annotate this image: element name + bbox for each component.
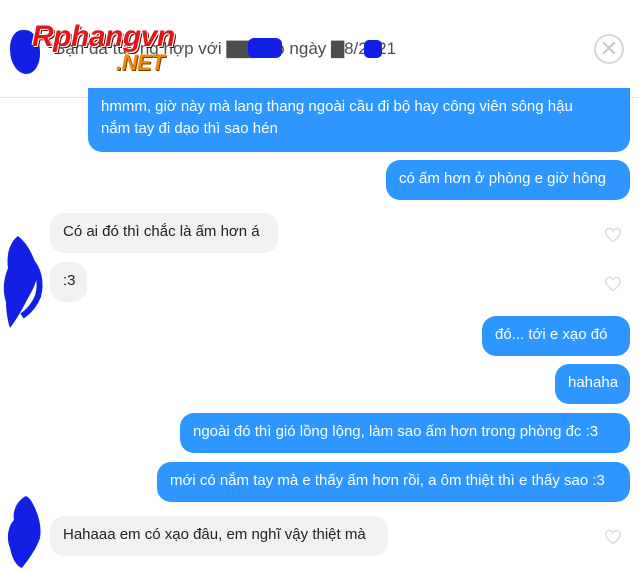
close-icon: ✕ <box>599 36 619 61</box>
message-text: mới có nắm tay mà e thấy ấm hơn rồi, a ô… <box>170 472 605 489</box>
message-text: đó... tới e xạo đó <box>495 326 608 343</box>
message-text: :3 <box>63 272 76 289</box>
close-button[interactable]: ✕ <box>594 34 624 64</box>
message-sent-2[interactable]: có ấm hơn ở phòng e giờ hông <box>386 160 630 200</box>
avatar-redaction <box>7 496 41 568</box>
message-received-1[interactable]: Có ai đó thì chắc là ấm hơn á <box>50 213 278 253</box>
heart-outline-icon[interactable] <box>604 227 622 243</box>
watermark-main-text: Rphangvn <box>32 20 175 53</box>
name-redaction <box>248 38 282 58</box>
message-sent-6[interactable]: mới có nắm tay mà e thấy ấm hơn rồi, a ô… <box>157 462 630 502</box>
watermark-sub-text: .NET <box>116 50 165 75</box>
message-text: hahaha <box>568 374 619 391</box>
heart-outline-icon[interactable] <box>604 529 622 545</box>
message-text: Có ai đó thì chắc là ấm hơn á <box>63 223 260 240</box>
message-text-line: nắm tay đi dạo thì sao hén <box>101 120 278 137</box>
match-header: Bạn đã tương hợp với ▇▇ vào ngày ▇8/2021… <box>0 0 639 98</box>
message-sent-4[interactable]: hahaha <box>555 364 630 404</box>
message-sent-3[interactable]: đó... tới e xạo đó <box>482 316 630 356</box>
message-received-2[interactable]: :3 <box>50 262 87 302</box>
heart-outline-icon[interactable] <box>604 276 622 292</box>
message-text: Hahaaa em có xạo đâu, em nghĩ vậy thiệt … <box>63 526 366 543</box>
message-sent-5[interactable]: ngoài đó thì gió lồng lộng, làm sao ấm h… <box>180 413 630 453</box>
avatar-redaction <box>3 236 43 328</box>
message-received-3[interactable]: Hahaaa em có xạo đâu, em nghĩ vậy thiệt … <box>50 516 388 556</box>
message-text: ngoài đó thì gió lồng lộng, làm sao ấm h… <box>193 423 599 440</box>
message-text-line: hmmm, giờ này mà lang thang ngoài cầu đi… <box>101 98 573 115</box>
date-redaction <box>364 40 382 58</box>
message-text: có ấm hơn ở phòng e giờ hông <box>399 170 607 187</box>
message-sent-1[interactable]: hmmm, giờ này mà lang thang ngoài cầu đi… <box>88 88 630 152</box>
